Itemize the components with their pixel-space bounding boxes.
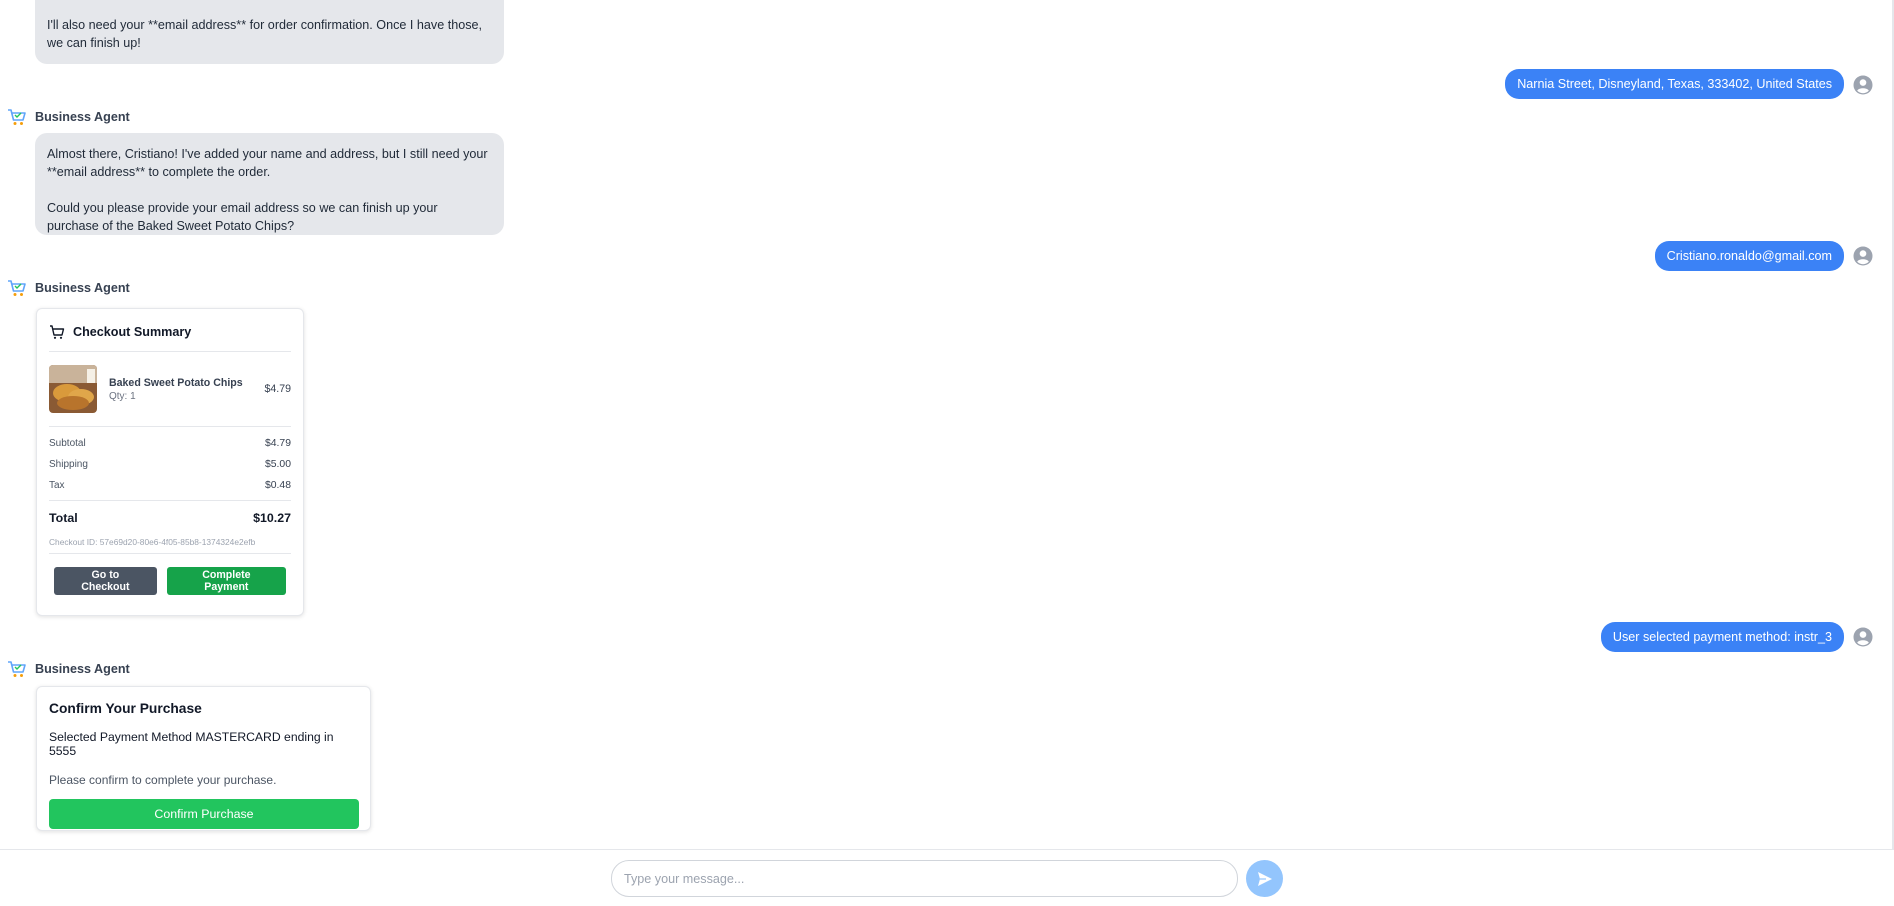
agent-header: Business Agent [6,106,130,128]
agent-message-text: Almost there, Cristiano! I've added your… [47,147,492,179]
total-value: $10.27 [253,511,291,525]
subtotal-value: $4.79 [264,438,291,449]
item-name: Baked Sweet Potato Chips [109,376,243,389]
user-icon [1853,246,1873,266]
shipping-value: $5.00 [264,459,291,470]
agent-message-bubble: I'll also need your **email address** fo… [35,0,504,64]
user-message: User selected payment method: instr_3 [1600,622,1844,652]
total-row: Total $10.27 [49,501,291,535]
chat-area: I'll also need your **email address** fo… [0,0,1894,849]
confirm-title: Confirm Your Purchase [49,701,202,716]
confirm-note: Please confirm to complete your purchase… [49,773,277,787]
confirm-purchase-card: Confirm Your Purchase Selected Payment M… [36,686,371,831]
checkout-actions: Go to Checkout Complete Payment [49,554,291,595]
agent-message-text: Could you please provide your email addr… [47,201,442,233]
shopping-cart-icon [6,277,28,299]
product-image [49,365,97,413]
item-quantity: Qty: 1 [109,390,136,402]
user-message: Cristiano.ronaldo@gmail.com [1654,241,1844,271]
user-icon [1853,627,1873,647]
shipping-row: Shipping $5.00 [49,454,291,475]
shopping-cart-icon [6,658,28,680]
agent-name: Business Agent [35,110,130,124]
selected-payment-method: Selected Payment Method MASTERCARD endin… [49,730,334,758]
agent-name: Business Agent [35,281,130,295]
checkout-item: Baked Sweet Potato Chips Qty: 1 $4.79 [49,352,291,427]
checkout-header: Checkout Summary [49,313,291,352]
agent-name: Business Agent [35,662,130,676]
send-icon [1257,871,1272,886]
checkout-title: Checkout Summary [73,325,192,339]
shopping-cart-icon [6,106,28,128]
user-icon [1853,75,1873,95]
shipping-label: Shipping [49,459,88,470]
agent-header: Business Agent [6,658,130,680]
user-message-bubble: User selected payment method: instr_3 [1600,622,1844,652]
item-price: $4.79 [264,383,291,395]
user-message: Narnia Street, Disneyland, Texas, 333402… [1505,69,1844,99]
tax-value: $0.48 [264,480,291,491]
cart-icon [50,325,65,339]
message-input[interactable] [611,860,1238,897]
price-breakdown: Subtotal $4.79 Shipping $5.00 Tax $0.48 [49,427,291,501]
agent-message-text: I'll also need your **email address** fo… [47,18,486,50]
complete-payment-button[interactable]: Complete Payment [166,567,286,595]
agent-header: Business Agent [6,277,130,299]
tax-label: Tax [49,480,65,491]
tax-row: Tax $0.48 [49,475,291,496]
message-composer [0,849,1894,906]
go-to-checkout-button[interactable]: Go to Checkout [54,567,157,595]
item-info: Baked Sweet Potato Chips Qty: 1 [109,377,264,402]
user-message-bubble: Cristiano.ronaldo@gmail.com [1654,241,1844,271]
checkout-summary-card: Checkout Summary Baked Sweet Potato Chip… [36,308,304,616]
confirm-purchase-button[interactable]: Confirm Purchase [49,799,359,829]
subtotal-label: Subtotal [49,438,86,449]
user-message-bubble: Narnia Street, Disneyland, Texas, 333402… [1505,69,1844,99]
checkout-id: Checkout ID: 57e69d20-80e6-4f05-85b8-137… [49,535,291,554]
subtotal-row: Subtotal $4.79 [49,433,291,454]
total-label: Total [49,511,78,525]
send-button[interactable] [1246,860,1283,897]
agent-message-bubble: Almost there, Cristiano! I've added your… [35,133,504,235]
